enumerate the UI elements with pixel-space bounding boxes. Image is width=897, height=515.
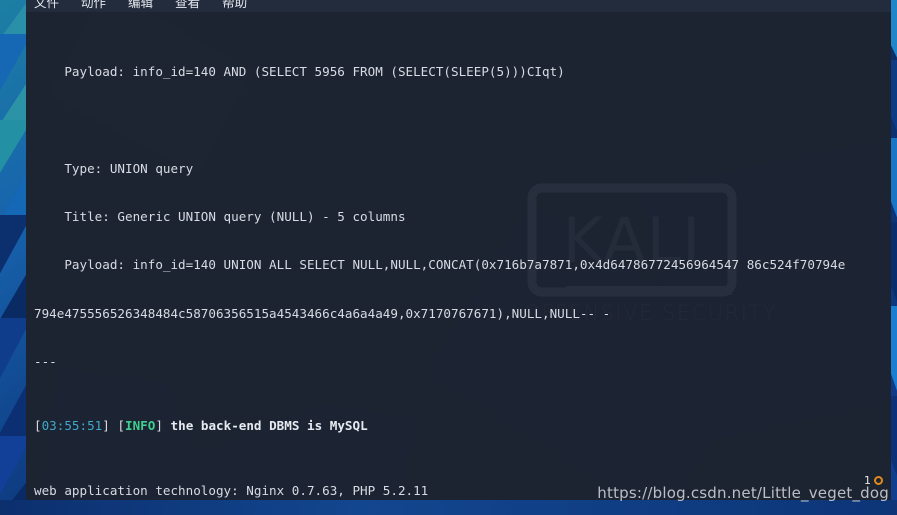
menu-view[interactable]: 查看 [173, 0, 202, 12]
terminal-menu-bar[interactable]: 文件 动作 编辑 查看 帮助 [26, 0, 891, 12]
menu-file[interactable]: 文件 [32, 0, 61, 12]
log-timestamp: 03:55:51 [41, 418, 103, 434]
output-line: 794e475556526348484c58706356515a4543466c… [34, 305, 611, 321]
output-line: Payload: info_id=140 AND (SELECT 5956 FR… [34, 64, 565, 80]
output-line-info: [03:55:51] [INFO] the back-end DBMS is M… [34, 418, 368, 434]
menu-actions[interactable]: 动作 [79, 0, 108, 12]
log-message: the back-end DBMS is MySQL [170, 418, 368, 434]
desktop-bottom-strip [0, 500, 897, 515]
terminal-output[interactable]: Payload: info_id=140 AND (SELECT 5956 FR… [26, 12, 891, 500]
log-level: INFO [125, 418, 156, 434]
terminal-body[interactable]: KALI BY OFFENSIVE SECURITY Payload: info… [26, 12, 891, 500]
menu-help[interactable]: 帮助 [220, 0, 249, 12]
output-line: Title: Generic UNION query (NULL) - 5 co… [34, 209, 406, 225]
output-line: --- [34, 353, 57, 369]
output-line-blank [34, 113, 891, 129]
output-line: Type: UNION query [34, 160, 194, 176]
menu-edit[interactable]: 编辑 [126, 0, 155, 12]
terminal-window[interactable]: 文件 动作 编辑 查看 帮助 KALI BY OFFENSIV [26, 0, 891, 500]
csdn-blog-watermark: https://blog.csdn.net/Little_veget_dog [597, 484, 889, 502]
desktop-screen: 文件 动作 编辑 查看 帮助 KALI BY OFFENSIV [0, 0, 897, 515]
output-line: Payload: info_id=140 UNION ALL SELECT NU… [34, 257, 846, 273]
